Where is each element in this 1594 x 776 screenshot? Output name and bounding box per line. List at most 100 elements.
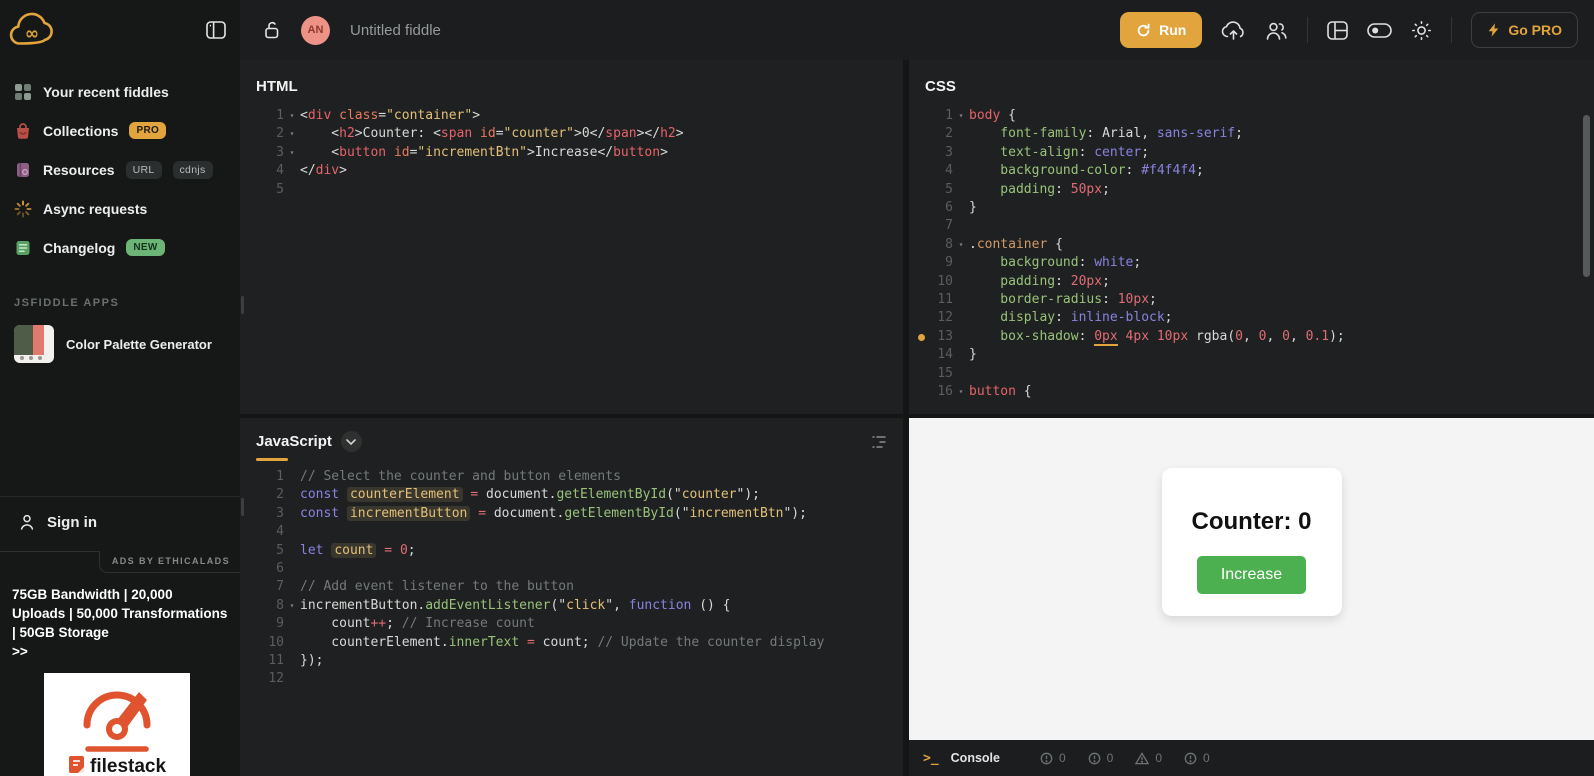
gutter-marker bbox=[240, 542, 264, 560]
code-text: body { bbox=[969, 107, 1016, 125]
code-line: 14} bbox=[909, 346, 1594, 364]
fold-arrow-icon[interactable]: ▾ bbox=[953, 107, 969, 125]
sidebar-item-label: Collections bbox=[43, 123, 118, 139]
line-number: 10 bbox=[264, 634, 284, 652]
css-scrollbar-thumb[interactable] bbox=[1583, 115, 1590, 277]
ad-text[interactable]: 75GB Bandwidth | 20,000 Uploads | 50,000… bbox=[0, 573, 240, 642]
panel-resize-handle[interactable] bbox=[241, 498, 244, 516]
ad-more-link[interactable]: >> bbox=[0, 642, 240, 659]
run-label: Run bbox=[1159, 22, 1186, 38]
gutter-marker bbox=[909, 273, 933, 291]
svg-text:filestack: filestack bbox=[90, 756, 166, 776]
sidebar-item-label: Resources bbox=[43, 162, 115, 178]
gutter-marker bbox=[240, 670, 264, 688]
sidebar-toggle-icon[interactable] bbox=[206, 21, 226, 39]
filestack-ad-image[interactable]: filestack bbox=[44, 673, 190, 776]
run-button[interactable]: Run bbox=[1120, 12, 1202, 48]
sidebar-item-label: Your recent fiddles bbox=[43, 84, 169, 100]
panel-resize-handle[interactable] bbox=[241, 296, 244, 314]
gutter-marker bbox=[240, 181, 264, 199]
counter-heading: Counter: 0 bbox=[1192, 508, 1312, 536]
css-code-editor[interactable]: 1▾body {2 font-family: Arial, sans-serif… bbox=[909, 107, 1594, 402]
code-line: 2const counterElement = document.getElem… bbox=[240, 486, 903, 504]
fold-gutter bbox=[284, 578, 300, 596]
code-text: <h2>Counter: <span id="counter">0</span>… bbox=[300, 125, 684, 143]
gutter-marker bbox=[909, 365, 933, 383]
code-text: <button id="incrementBtn">Increase</butt… bbox=[300, 144, 668, 162]
language-dropdown[interactable] bbox=[341, 431, 362, 452]
code-line: 1▾<div class="container"> bbox=[240, 107, 903, 125]
avatar[interactable]: AN bbox=[301, 16, 330, 45]
gutter-marker bbox=[909, 162, 933, 180]
fold-arrow-icon[interactable]: ▾ bbox=[284, 144, 300, 162]
ads-by-label[interactable]: ADS BY ETHICALADS bbox=[99, 551, 240, 573]
jsfiddle-logo[interactable]: ∞ bbox=[8, 8, 56, 52]
fold-gutter bbox=[953, 273, 969, 291]
code-text: background: white; bbox=[969, 254, 1141, 272]
js-code-editor[interactable]: 1// Select the counter and button elemen… bbox=[240, 468, 903, 689]
gutter-marker bbox=[909, 125, 933, 143]
code-line: 5let count = 0; bbox=[240, 542, 903, 560]
fold-gutter bbox=[953, 309, 969, 327]
privacy-unlock-icon[interactable] bbox=[262, 20, 281, 40]
go-pro-button[interactable]: Go PRO bbox=[1471, 12, 1578, 48]
collaborate-icon[interactable] bbox=[1265, 21, 1288, 40]
line-number: 2 bbox=[264, 125, 284, 143]
gutter-marker bbox=[240, 634, 264, 652]
js-panel-header: JavaScript bbox=[240, 418, 903, 452]
fold-gutter bbox=[953, 365, 969, 383]
line-number: 12 bbox=[264, 670, 284, 688]
gutter-marker bbox=[240, 560, 264, 578]
sign-in-label: Sign in bbox=[47, 514, 97, 531]
code-line: 9 count++; // Increase count bbox=[240, 615, 903, 633]
code-line: 5 bbox=[240, 181, 903, 199]
console-bar[interactable]: >_ Console 0 0 bbox=[909, 740, 1594, 776]
app-item-color-palette-generator[interactable]: Color Palette Generator bbox=[0, 319, 240, 369]
layout-icon[interactable] bbox=[1327, 21, 1348, 40]
line-number: 3 bbox=[264, 505, 284, 523]
go-pro-label: Go PRO bbox=[1508, 22, 1562, 38]
fold-arrow-icon[interactable]: ▾ bbox=[284, 125, 300, 143]
sidebar-item-resources[interactable]: Resources URL cdnjs bbox=[0, 150, 240, 189]
lightning-bolt-icon bbox=[1487, 22, 1500, 38]
code-line: 3▾ <button id="incrementBtn">Increase</b… bbox=[240, 144, 903, 162]
sidebar-item-collections[interactable]: Collections PRO bbox=[0, 111, 240, 150]
code-text: box-shadow: 0px 4px 10px rgba(0, 0, 0, 0… bbox=[969, 328, 1345, 346]
save-cloud-icon[interactable] bbox=[1221, 20, 1246, 41]
html-code-editor[interactable]: 1▾<div class="container">2▾ <h2>Counter:… bbox=[240, 107, 903, 199]
code-text: }); bbox=[300, 652, 323, 670]
ad-section: ADS BY ETHICALADS 75GB Bandwidth | 20,00… bbox=[0, 551, 240, 776]
ad-header: ADS BY ETHICALADS bbox=[0, 551, 240, 573]
sign-in-button[interactable]: Sign in bbox=[0, 497, 240, 547]
sidebar-item-async-requests[interactable]: Async requests bbox=[0, 189, 240, 228]
code-line: 12 bbox=[240, 670, 903, 688]
fold-gutter bbox=[953, 217, 969, 235]
fold-arrow-icon[interactable]: ▾ bbox=[284, 107, 300, 125]
css-editor-panel: CSS 1▾body {2 font-family: Arial, sans-s… bbox=[909, 60, 1594, 414]
spinner-icon bbox=[14, 200, 32, 218]
fold-arrow-icon[interactable]: ▾ bbox=[953, 383, 969, 401]
fold-arrow-icon[interactable]: ▾ bbox=[953, 236, 969, 254]
theme-sun-icon[interactable] bbox=[1411, 20, 1432, 41]
sidebar-item-changelog[interactable]: Changelog NEW bbox=[0, 228, 240, 267]
toggle-switch-icon[interactable] bbox=[1367, 23, 1392, 38]
fold-arrow-icon[interactable]: ▾ bbox=[284, 597, 300, 615]
tidy-code-icon[interactable] bbox=[871, 435, 887, 449]
fiddle-title[interactable]: Untitled fiddle bbox=[350, 22, 441, 39]
lint-warning-dot bbox=[909, 328, 933, 346]
fold-gutter bbox=[284, 560, 300, 578]
increase-button[interactable]: Increase bbox=[1197, 556, 1306, 594]
sidebar-item-label: Async requests bbox=[43, 201, 147, 217]
code-line: 7 bbox=[909, 217, 1594, 235]
line-number: 1 bbox=[933, 107, 953, 125]
console-prompt-icon: >_ bbox=[923, 751, 939, 766]
line-number: 11 bbox=[933, 291, 953, 309]
code-text: <div class="container"> bbox=[300, 107, 480, 125]
line-number: 2 bbox=[933, 125, 953, 143]
changelog-icon bbox=[14, 239, 32, 257]
error-circle-icon bbox=[1040, 752, 1053, 765]
topbar-divider bbox=[1451, 17, 1452, 43]
code-text: padding: 50px; bbox=[969, 181, 1110, 199]
sidebar-item-recent-fiddles[interactable]: Your recent fiddles bbox=[0, 72, 240, 111]
url-badge: URL bbox=[126, 161, 162, 179]
